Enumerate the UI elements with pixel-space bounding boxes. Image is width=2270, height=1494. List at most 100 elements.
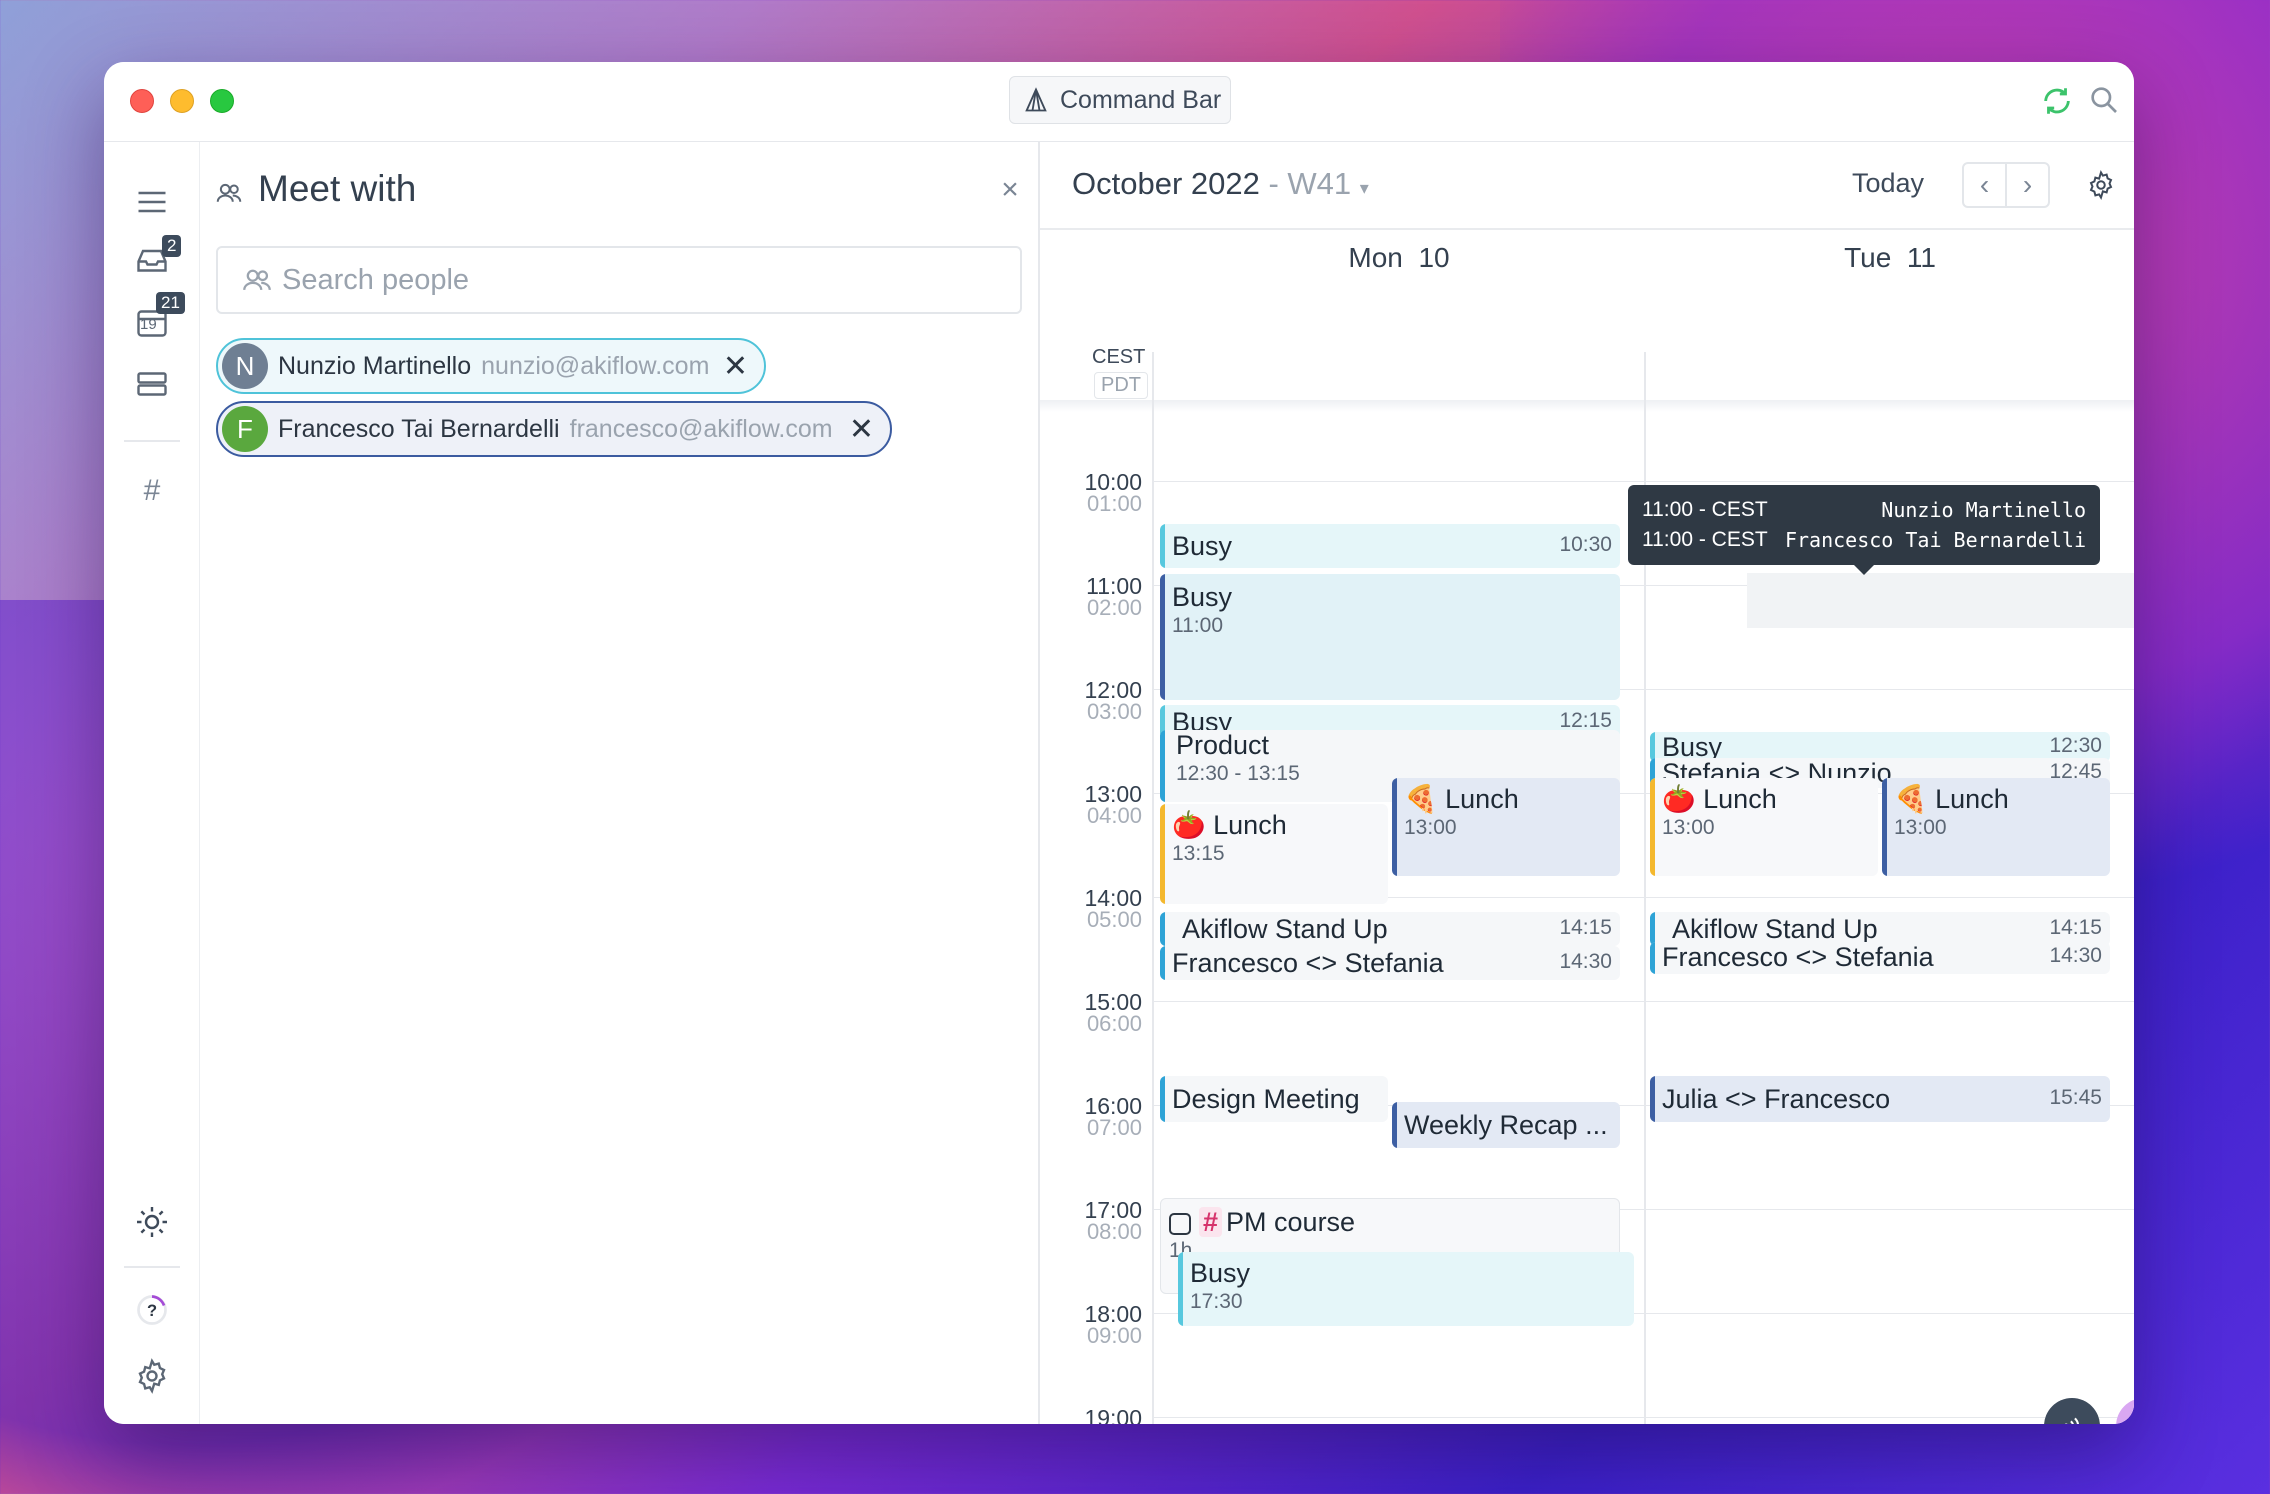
event-time: 13:00 xyxy=(1404,816,1457,839)
tomato-icon: 🍅 xyxy=(1662,784,1696,814)
calendar-view: October 2022 - W41 ▾ Today ‹ › Mon 10 Tu… xyxy=(1040,142,2134,1424)
event-title: Lunch xyxy=(1445,784,1519,814)
event-lunch[interactable]: 🍕 Lunch 13:00 xyxy=(1392,778,1620,876)
calendar-badge: 21 xyxy=(156,292,185,314)
meet-with-title: Meet with xyxy=(258,168,417,209)
hour-label: 19:00 xyxy=(1084,1405,1142,1424)
event-time: 14:30 xyxy=(1559,950,1612,973)
hour-gridline xyxy=(1152,1001,2134,1002)
tooltip-person: Francesco Tai Bernardelli xyxy=(1784,528,2086,552)
event-title: PM course xyxy=(1226,1207,1356,1237)
event-title: Francesco <> Stefania xyxy=(1662,942,1934,972)
event-design-meeting[interactable]: Design Meeting xyxy=(1160,1076,1388,1122)
event-julia-francesco[interactable]: Julia <> Francesco 15:45 xyxy=(1650,1076,2110,1122)
person-chip[interactable]: F Francesco Tai Bernardelli francesco@ak… xyxy=(216,401,892,457)
command-bar-button[interactable]: Command Bar xyxy=(1009,76,1231,124)
event-time: 15:45 xyxy=(2049,1086,2102,1109)
column-divider xyxy=(1152,352,1154,1424)
hashtag-icon[interactable]: # xyxy=(134,474,170,510)
event-title: Akiflow Stand Up xyxy=(1182,914,1388,944)
inbox-badge: 2 xyxy=(162,235,182,257)
event-francesco-stefania[interactable]: Francesco <> Stefania 14:30 xyxy=(1650,942,2110,974)
help-icon[interactable]: ? xyxy=(134,1292,170,1328)
hour-label-secondary: 01:00 xyxy=(1086,491,1142,516)
event-title: Busy xyxy=(1172,582,1233,612)
command-bar-label: Command Bar xyxy=(1060,85,1222,114)
remove-person-icon[interactable]: ✕ xyxy=(849,412,874,447)
sidebar-divider xyxy=(124,1266,180,1268)
sound-waves-icon xyxy=(2064,1417,2079,1424)
event-busy[interactable]: Busy 17:30 xyxy=(1178,1252,1634,1326)
search-icon[interactable] xyxy=(2088,84,2120,116)
hour-label-secondary: 06:00 xyxy=(1086,1011,1142,1036)
event-title: Akiflow Stand Up xyxy=(1672,914,1878,944)
event-standup[interactable]: Akiflow Stand Up 14:15 xyxy=(1650,912,2110,946)
event-lunch[interactable]: 🍕 Lunch 13:00 xyxy=(1882,778,2110,876)
hour-label-secondary: 04:00 xyxy=(1086,803,1142,828)
task-checkbox[interactable] xyxy=(1169,1212,1191,1235)
search-people-input[interactable]: Search people xyxy=(216,246,1022,314)
event-lunch[interactable]: 🍅 Lunch 13:15 xyxy=(1160,804,1388,904)
minimize-window-button[interactable] xyxy=(170,89,194,113)
projects-icon[interactable] xyxy=(134,366,170,402)
pizza-icon: 🍕 xyxy=(1404,784,1438,814)
event-francesco-stefania[interactable]: Francesco <> Stefania 14:30 xyxy=(1160,946,1620,980)
event-time: 12:30 xyxy=(2049,734,2102,757)
search-placeholder: Search people xyxy=(282,263,470,296)
event-title: Lunch xyxy=(1213,810,1287,840)
person-chip[interactable]: N Nunzio Martinello nunzio@akiflow.com ✕ xyxy=(216,338,766,394)
remove-person-icon[interactable]: ✕ xyxy=(723,349,748,384)
sync-icon[interactable] xyxy=(2040,84,2074,118)
sidebar-divider xyxy=(124,440,180,442)
event-time: 10:30 xyxy=(1559,533,1612,556)
hour-gridline xyxy=(1152,481,2134,482)
event-title: Design Meeting xyxy=(1172,1084,1360,1114)
theme-sun-icon[interactable] xyxy=(134,1204,170,1240)
event-title: Busy xyxy=(1172,531,1233,561)
chat-icon xyxy=(2133,1418,2134,1424)
people-icon xyxy=(216,183,242,202)
event-time: 13:00 xyxy=(1894,816,1947,839)
event-time: 14:30 xyxy=(2049,944,2102,967)
event-title: Busy xyxy=(1190,1258,1251,1288)
availability-tooltip: 11:00 - CEST Nunzio Martinello 11:00 - CE… xyxy=(1628,485,2100,575)
tomato-icon: 🍅 xyxy=(1172,810,1206,840)
event-busy[interactable]: Busy 11:00 xyxy=(1160,574,1620,700)
hour-label-secondary: 02:00 xyxy=(1086,595,1142,620)
event-time: 11:00 xyxy=(1172,614,1223,637)
avatar: N xyxy=(222,343,268,389)
tooltip-time: 11:00 - CEST xyxy=(1642,528,1768,551)
app-window: Command Bar 2 19 21 # ? Meet with × Sear… xyxy=(104,62,2134,1424)
event-time: 13:15 xyxy=(1172,842,1225,865)
event-weekly-recap[interactable]: Weekly Recap ... xyxy=(1392,1102,1620,1148)
tooltip-time: 11:00 - CEST xyxy=(1642,498,1768,521)
event-standup[interactable]: Akiflow Stand Up 14:15 xyxy=(1160,912,1620,946)
selected-slot[interactable] xyxy=(1747,573,2134,628)
close-icon[interactable]: × xyxy=(998,175,1022,205)
people-search-icon xyxy=(243,269,271,291)
hour-gridline xyxy=(1152,1417,2134,1418)
hour-label-secondary: 05:00 xyxy=(1086,907,1142,932)
event-title: Julia <> Francesco xyxy=(1662,1084,1891,1114)
meet-with-panel: Meet with × Search people N Nunzio Marti… xyxy=(200,142,1040,1424)
person-name: Francesco Tai Bernardelli xyxy=(278,414,560,443)
close-window-button[interactable] xyxy=(130,89,154,113)
event-time: 14:15 xyxy=(2049,916,2102,939)
settings-gear-icon[interactable] xyxy=(134,1358,170,1394)
event-busy[interactable]: Busy 10:30 xyxy=(1160,524,1620,568)
zoom-window-button[interactable] xyxy=(210,89,234,113)
event-title: Lunch xyxy=(1703,784,1777,814)
event-title: Weekly Recap ... xyxy=(1404,1110,1608,1140)
event-lunch[interactable]: 🍅 Lunch 13:00 xyxy=(1650,778,1878,876)
event-time: 14:15 xyxy=(1559,916,1612,939)
event-title: Francesco <> Stefania xyxy=(1172,948,1444,978)
svg-text:?: ? xyxy=(147,1302,157,1320)
menu-icon[interactable] xyxy=(134,184,170,220)
event-time: 13:00 xyxy=(1662,816,1715,839)
event-time: 17:30 xyxy=(1190,1290,1243,1313)
hour-label-secondary: 09:00 xyxy=(1086,1323,1142,1348)
hour-label-secondary: 03:00 xyxy=(1086,699,1142,724)
event-title: Lunch xyxy=(1935,784,2009,814)
left-sidebar: 2 19 21 # ? xyxy=(104,142,200,1424)
person-email: francesco@akiflow.com xyxy=(569,414,833,443)
